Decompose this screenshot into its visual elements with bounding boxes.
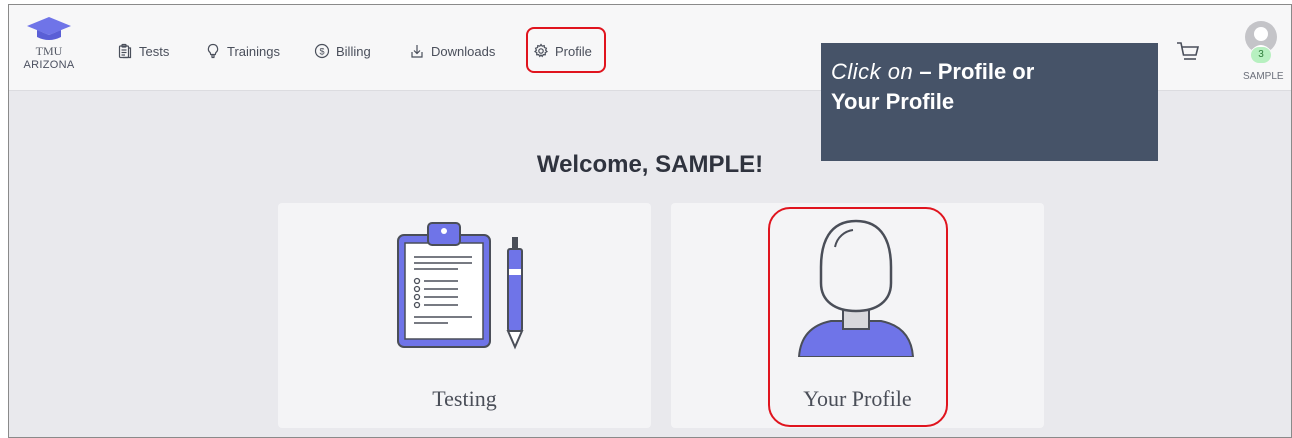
- lightbulb-icon: [205, 43, 221, 59]
- profile-highlight: [526, 27, 606, 73]
- cart-icon[interactable]: [1175, 39, 1201, 65]
- nav-downloads[interactable]: Downloads: [409, 41, 495, 61]
- testing-card[interactable]: Testing: [278, 203, 651, 428]
- nav-trainings-label: Trainings: [227, 43, 280, 59]
- callout-line-1-text: Profile or: [937, 59, 1035, 84]
- callout-line-1: Click on – Profile or: [831, 57, 1148, 87]
- brand-logo[interactable]: TMU ARIZONA: [23, 15, 75, 71]
- nav-billing-label: Billing: [336, 43, 371, 59]
- svg-text:$: $: [319, 46, 324, 56]
- graduation-cap-icon: [27, 17, 71, 40]
- user-name[interactable]: SAMPLE: [1243, 71, 1284, 82]
- nav-downloads-label: Downloads: [431, 43, 496, 59]
- callout-dash: –: [913, 59, 938, 84]
- nav-tests[interactable]: Tests: [117, 41, 169, 61]
- callout-line-2: Your Profile: [831, 89, 955, 114]
- brand-location: ARIZONA: [23, 59, 75, 71]
- download-icon: [409, 43, 425, 59]
- nav-trainings[interactable]: Trainings: [205, 41, 280, 61]
- clipboard-icon: [117, 43, 133, 59]
- nav-billing[interactable]: $ Billing: [314, 41, 371, 61]
- brand-name: TMU: [35, 44, 63, 58]
- callout-prefix: Click on: [831, 59, 914, 84]
- page-title: Welcome, SAMPLE!: [536, 151, 764, 178]
- testing-card-label: Testing: [432, 386, 497, 411]
- instruction-callout: Click on – Profile or Your Profile: [821, 43, 1158, 161]
- your-profile-highlight: [768, 207, 948, 427]
- clipboard-pen-icon: [397, 222, 524, 350]
- nav-tests-label: Tests: [139, 43, 170, 59]
- app-window: TMU ARIZONA Tests Trainings $ Billing Do…: [8, 4, 1292, 438]
- dollar-circle-icon: $: [314, 43, 330, 59]
- notification-badge: 3: [1251, 47, 1271, 63]
